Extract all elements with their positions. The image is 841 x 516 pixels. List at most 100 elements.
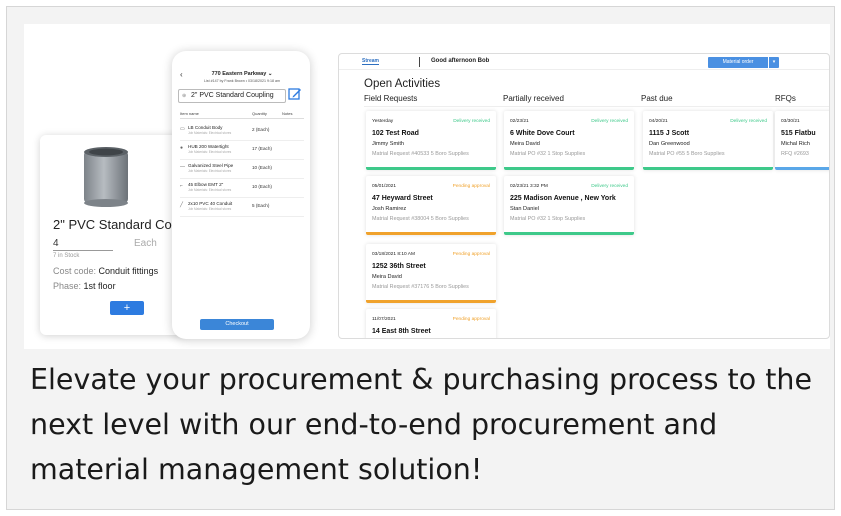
activity-tile[interactable]: 05/01/2021 Pending approval 47 Heyward Str…	[366, 176, 496, 235]
tile-address: 14 East 8th Street	[372, 328, 431, 335]
activity-tile[interactable]: 03/30/21 515 Flatbu Michal Rich RFQ #2693	[775, 111, 829, 170]
status-badge: Delivery received	[730, 119, 767, 124]
tile-address: 1252 36th Street	[372, 263, 426, 270]
item-name: Galvanized Steel Pipe	[188, 163, 234, 168]
search-input[interactable]: ⊕ 2" PVC Standard Coupling	[178, 89, 286, 103]
tile-person: Meira David	[372, 274, 402, 280]
back-icon[interactable]: ‹	[180, 70, 183, 79]
tile-address: 225 Madison Avenue , New York	[510, 195, 616, 202]
phase: Phase: 1st floor	[53, 281, 116, 291]
item-qty: 10 (Each)	[252, 184, 272, 189]
tile-address: 1115 J Scott	[649, 130, 690, 137]
status-bar	[366, 232, 496, 235]
item-maker: Job Materials: Electrical stores	[188, 131, 232, 135]
cost-code-value: Conduit fittings	[98, 266, 159, 276]
app-logo[interactable]: Stream	[362, 58, 379, 65]
status-badge: Delivery received	[453, 119, 490, 124]
cost-code-label: Cost code:	[53, 266, 97, 276]
tile-reference: Matrial PO #55 5 Boro Supplies	[649, 151, 725, 157]
tile-reference: Matrial Request #38004 5 Boro Supplies	[372, 216, 469, 222]
search-icon: ⊕	[182, 93, 187, 99]
top-bar: Stream Good afternoon Bob Material order…	[339, 54, 829, 70]
status-badge: Delivery received	[591, 184, 628, 189]
edit-icon[interactable]	[288, 87, 302, 101]
tile-reference: Matrial Request #37176 5 Boro Supplies	[372, 284, 469, 290]
cost-code: Cost code: Conduit fittings	[53, 266, 158, 276]
activity-tile[interactable]: 02/23/21 Delivery received 6 White Dove Co…	[504, 111, 634, 170]
tile-date: 05/01/2021	[372, 184, 397, 189]
tile-date: Yesterday	[372, 119, 394, 124]
status-bar	[504, 167, 634, 170]
project-address[interactable]: 770 Eastern Parkway ⌄	[192, 71, 292, 77]
add-to-list-button[interactable]: +	[110, 301, 144, 315]
list-item[interactable]: ▭ LB Conduit Body Job Materials: Electri…	[180, 123, 304, 141]
activity-tile[interactable]: 02/23/21 3:32 PM Delivery received 225 Mad…	[504, 176, 634, 235]
list-subtitle: List #147 by Frank Brown • 03/18/2021 9:…	[204, 79, 280, 83]
stock-label: 7 in Stock	[53, 253, 80, 259]
tile-address: 102 Test Road	[372, 130, 419, 137]
list-item[interactable]: ● HUB 200 Watertight Job Materials: Elec…	[180, 142, 304, 160]
divider	[364, 106, 829, 107]
item-maker: Job Materials: Electrical stores	[188, 188, 232, 192]
col-item-name: Item name	[180, 111, 199, 116]
column-rfqs: RFQs	[775, 94, 796, 103]
column-past-due: Past due	[641, 94, 673, 103]
status-bar	[504, 232, 634, 235]
column-partially-received: Partially received	[503, 94, 564, 103]
activity-tile[interactable]: 11/07/2021 Pending approval 14 East 8th St…	[366, 309, 496, 338]
activity-tile[interactable]: 03/18/2021 8:10 AM Pending approval 1252 3…	[366, 244, 496, 303]
item-name: 45 Elbow EMT 2"	[188, 182, 224, 187]
activity-tile[interactable]: 04/20/21 Delivery received 1115 J Scott Dan…	[643, 111, 773, 170]
material-order-button[interactable]: Material order	[708, 57, 768, 68]
item-qty: 10 (Each)	[252, 165, 272, 170]
tile-date: 04/20/21	[649, 119, 668, 124]
item-maker: Job Materials: Electrical stores	[188, 169, 232, 173]
checkout-button[interactable]: Checkout	[200, 319, 274, 330]
tile-reference: Matrial PO #32 1 Stop Supplies	[510, 151, 586, 157]
tile-reference: Matrial Request #40533 5 Boro Supplies	[372, 151, 469, 157]
tile-reference: RFQ #2693	[781, 151, 809, 157]
col-notes: Notes	[282, 111, 293, 116]
status-badge: Delivery received	[591, 119, 628, 124]
tile-date: 03/18/2021 8:10 AM	[372, 252, 415, 257]
hero-image: 2" PVC Standard Coupling 4 Each 7 in Sto…	[24, 24, 830, 349]
tile-person: Josh Ramirez	[372, 206, 407, 212]
fitting-icon: ▭	[180, 126, 185, 132]
tile-person: Dan Greenwood	[649, 141, 690, 147]
list-item[interactable]: ⌐ 45 Elbow EMT 2" Job Materials: Electri…	[180, 180, 304, 198]
item-name: HUB 200 Watertight	[188, 144, 229, 149]
activity-tile[interactable]: Yesterday Delivery received 102 Test Road J…	[366, 111, 496, 170]
status-badge: Pending approval	[452, 317, 490, 322]
tile-date: 02/23/21 3:32 PM	[510, 184, 548, 189]
fitting-icon: ●	[180, 145, 184, 151]
col-quantity: Quantity	[252, 111, 267, 116]
tile-date: 02/23/21	[510, 119, 529, 124]
status-badge: Pending approval	[452, 252, 490, 257]
phone-mockup: ‹ 770 Eastern Parkway ⌄ List #147 by Fra…	[172, 51, 310, 339]
pvc-coupling-image	[84, 147, 128, 207]
quantity-input[interactable]: 4	[53, 238, 113, 251]
status-bar	[643, 167, 773, 170]
tile-person: Meira David	[510, 141, 540, 147]
greeting: Good afternoon Bob	[431, 58, 490, 64]
conduit-icon: ╱	[180, 202, 184, 208]
item-qty: 5 (Each)	[252, 203, 270, 208]
pipe-icon: —	[180, 164, 185, 170]
list-item[interactable]: — Galvanized Steel Pipe Job Materials: E…	[180, 161, 304, 179]
table-header: Item name Quantity Notes	[180, 111, 304, 119]
phase-value: 1st floor	[83, 281, 116, 291]
status-bar	[366, 167, 496, 170]
item-maker: Job Materials: Electrical stores	[188, 150, 232, 154]
promo-card: 2" PVC Standard Coupling 4 Each 7 in Sto…	[6, 6, 835, 510]
tile-date: 11/07/2021	[372, 317, 396, 322]
list-item[interactable]: ╱ 2x10 PVC 40 Conduit Job Materials: Ele…	[180, 199, 304, 217]
item-maker: Job Materials: Electrical stores	[188, 207, 232, 211]
item-name: 2x10 PVC 40 Conduit	[188, 201, 233, 206]
search-value: 2" PVC Standard Coupling	[191, 92, 274, 99]
unit-label: Each	[134, 238, 157, 249]
tile-person: Jimmy Smith	[372, 141, 405, 147]
chevron-down-icon[interactable]: ▾	[769, 57, 779, 68]
caption: Elevate your procurement & purchasing pr…	[30, 363, 812, 486]
tile-date: 03/30/21	[781, 119, 800, 124]
tile-reference: Matrial PO #32 1 Stop Supplies	[510, 216, 586, 222]
